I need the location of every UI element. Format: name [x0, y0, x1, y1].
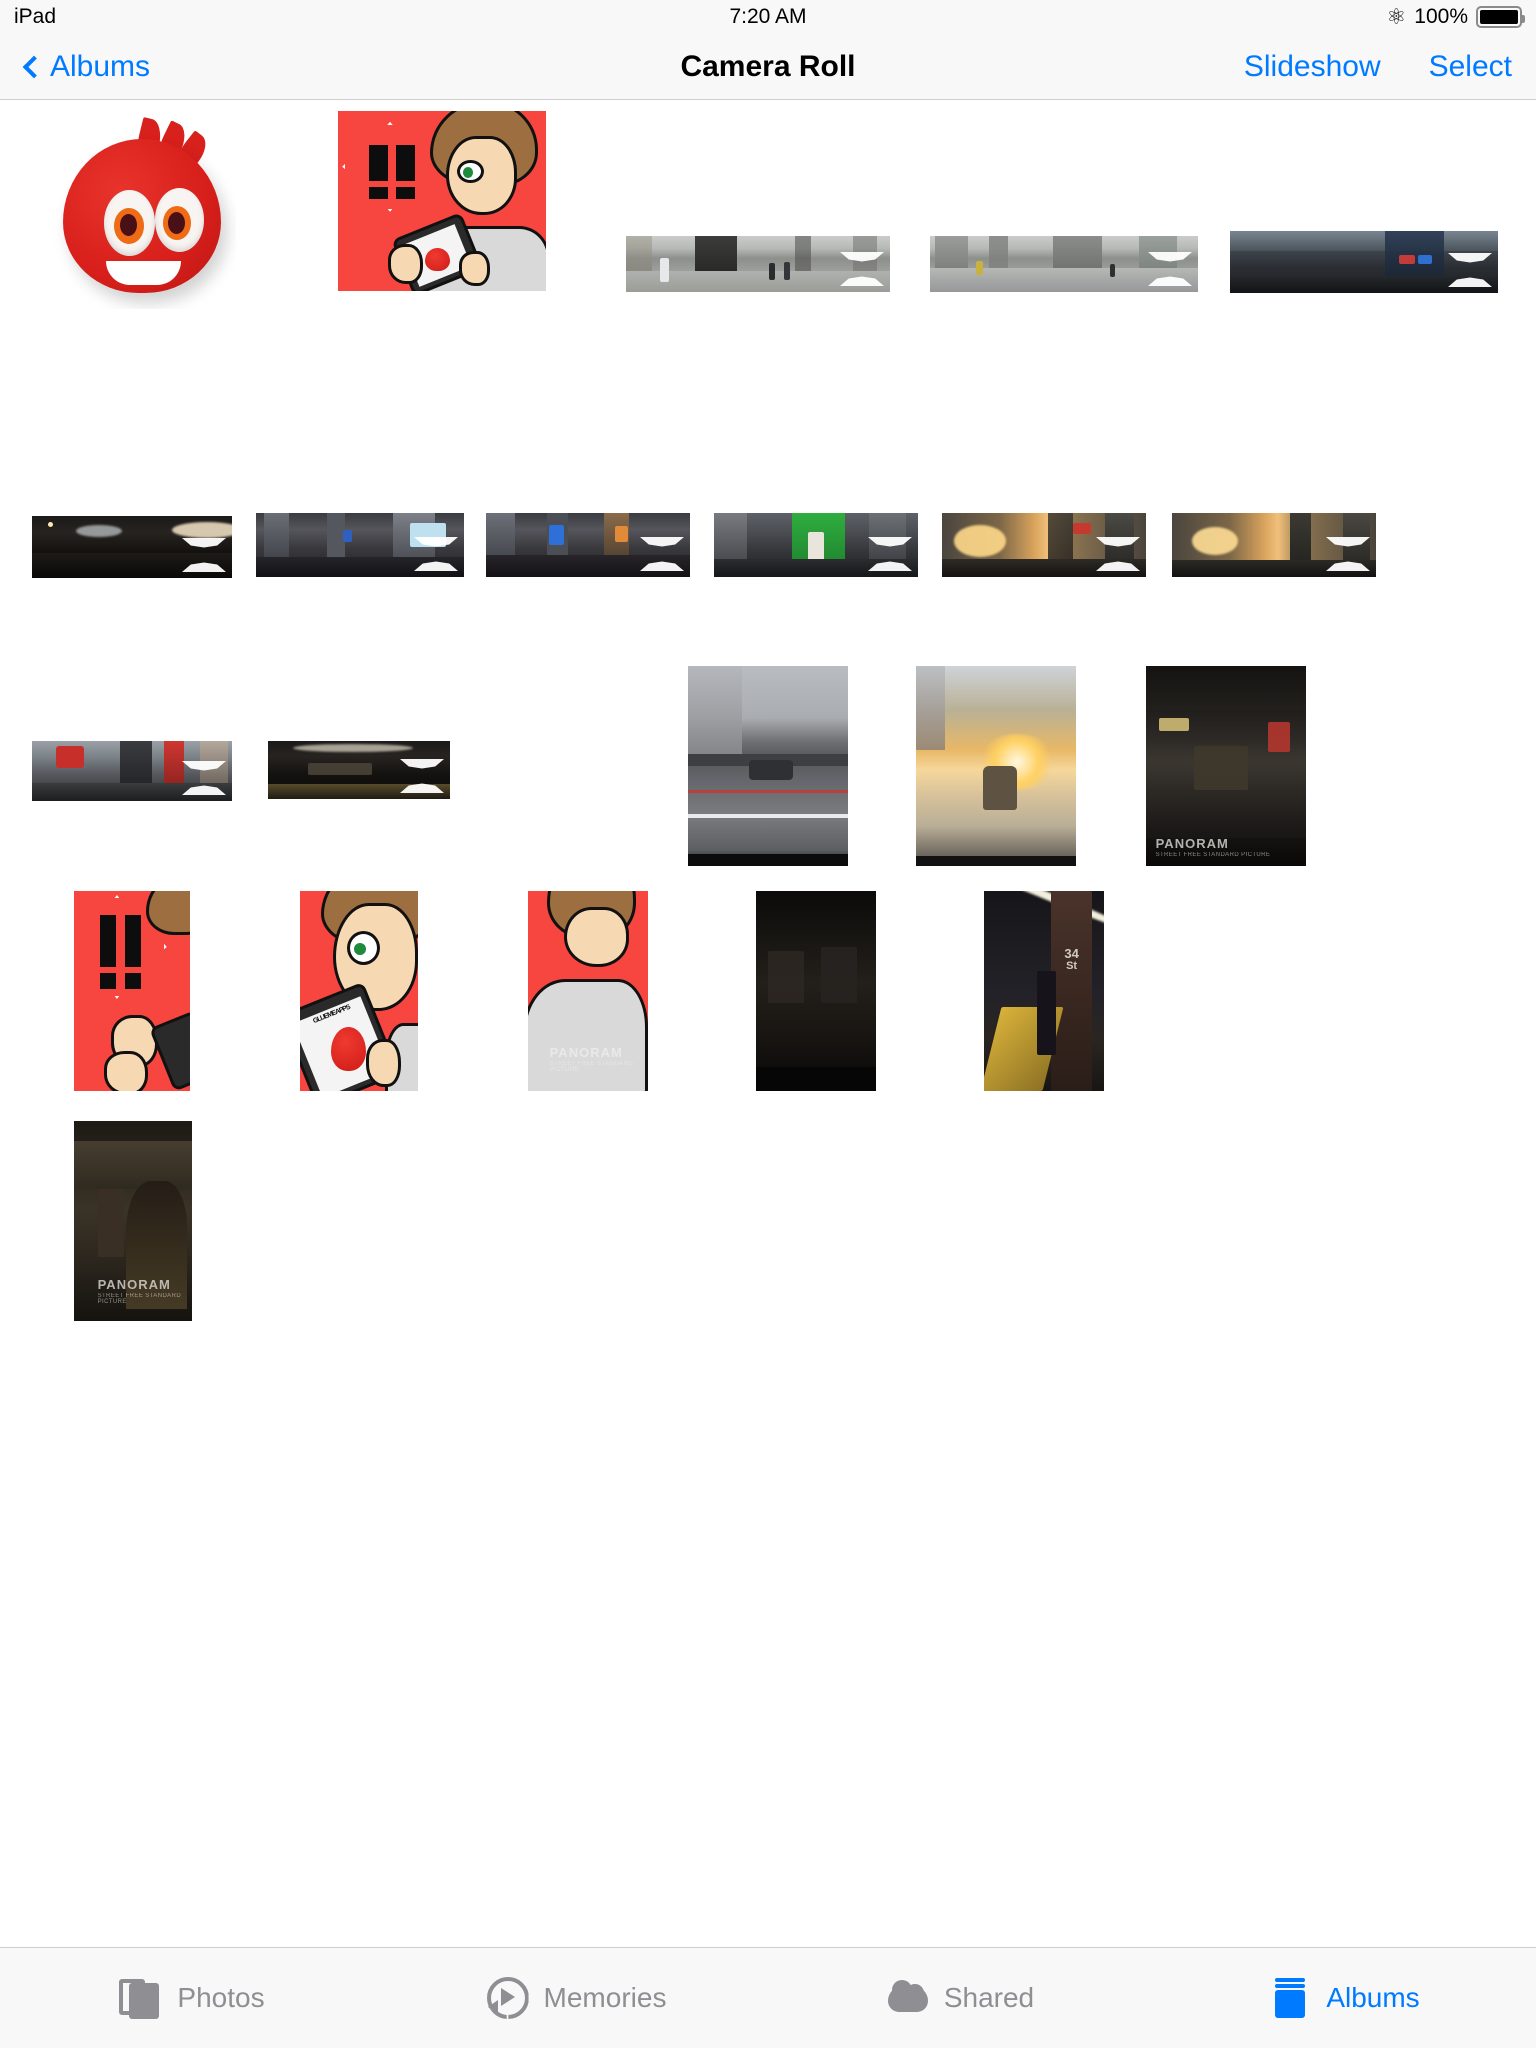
subway-sign-line2: St: [1066, 959, 1078, 972]
subway-sign-line1: 34: [1064, 946, 1079, 961]
watermark-title: PANORAM: [97, 1277, 171, 1292]
tab-albums[interactable]: Albums: [1152, 1948, 1536, 2048]
tab-memories[interactable]: Memories: [384, 1948, 768, 2048]
tab-shared-label: Shared: [943, 1982, 1035, 2013]
nav-actions: Slideshow Select: [1244, 50, 1512, 84]
photo-panorama-street[interactable]: [930, 236, 1198, 292]
tab-bar: Photos Memories Shared Albums: [0, 1947, 1536, 2048]
photo-panorama-plaza[interactable]: [626, 236, 890, 292]
photo-mascot-logo[interactable]: [48, 111, 236, 309]
photo-cartoon-full[interactable]: [338, 111, 546, 291]
albums-book-icon: [1268, 1976, 1312, 2020]
battery-icon: [1476, 6, 1525, 28]
tab-albums-label: Albums: [1326, 1982, 1420, 2013]
photo-grid-row: GLUEMEAPPS PANORAM STREET FREE STANDARD …: [0, 791, 1536, 1091]
photo-grid-row: PANORAM STREET FREE STANDARD PICTURE: [0, 561, 1536, 866]
photo-grid-row: PANORAM STREET FREE STANDARD PICTURE: [0, 1021, 1536, 1321]
shared-cloud-icon: [886, 1976, 930, 2020]
photos-stack-icon: [119, 1976, 163, 2020]
bluetooth-icon: ⚛: [1386, 4, 1407, 29]
slideshow-button[interactable]: Slideshow: [1244, 50, 1381, 84]
photo-elevator-person[interactable]: PANORAM STREET FREE STANDARD PICTURE: [74, 1121, 192, 1321]
select-button[interactable]: Select: [1429, 50, 1512, 84]
tab-shared[interactable]: Shared: [768, 1948, 1152, 2048]
status-bar: iPad 7:20 AM ⚛ 100%: [0, 0, 1536, 34]
tab-photos-label: Photos: [177, 1982, 265, 2013]
status-indicators: ⚛ 100%: [1386, 4, 1525, 29]
photo-watermark: PANORAM STREET FREE STANDARD PICTURE: [98, 1278, 192, 1305]
photo-panorama-station[interactable]: [1230, 231, 1498, 293]
subway-sign: 34 St: [1056, 947, 1087, 972]
watermark-subtitle: STREET FREE STANDARD PICTURE: [97, 1293, 182, 1305]
memories-replay-icon: [486, 1976, 530, 2020]
tab-photos[interactable]: Photos: [0, 1948, 384, 2048]
navigation-bar: Albums Camera Roll Slideshow Select: [0, 34, 1536, 100]
photo-grid[interactable]: PANORAM STREET FREE STANDARD PICTURE GLU…: [0, 101, 1536, 1947]
status-clock: 7:20 AM: [729, 5, 807, 28]
photo-grid-row: [0, 101, 1536, 391]
tab-memories-label: Memories: [543, 1982, 667, 2013]
battery-percent-label: 100%: [1414, 5, 1468, 28]
